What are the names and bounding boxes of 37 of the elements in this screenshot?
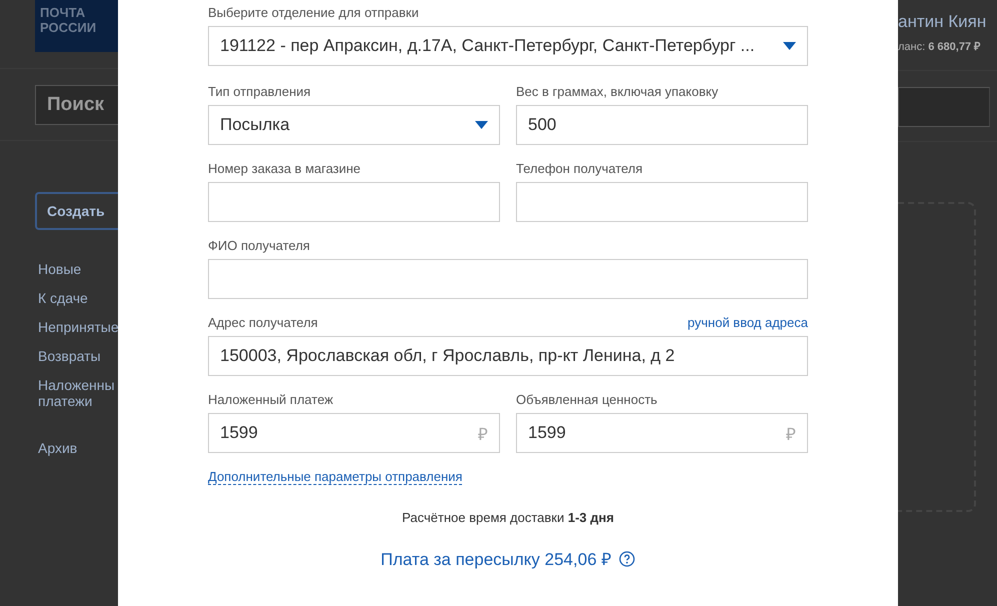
input-field[interactable]: 500 — [516, 105, 808, 145]
field-label: Телефон получателя — [516, 161, 644, 176]
nav-item[interactable]: Наложенны платежи — [38, 377, 116, 409]
input-field[interactable] — [208, 182, 500, 222]
user-name: антин Киян — [898, 12, 988, 32]
field-label: Выберите отделение для отправки — [208, 5, 420, 20]
nav-item[interactable]: Архив — [38, 440, 116, 456]
nav-item[interactable]: Непринятые — [38, 319, 116, 335]
dropdown-arrow-icon — [475, 121, 488, 129]
field-label: Объявленная ценность — [516, 392, 658, 407]
nav-item[interactable]: К сдаче — [38, 290, 116, 306]
office-select[interactable]: 191122 - пер Апраксин, д.17А, Санкт-Петербург, Санкт-Петербург ... — [208, 26, 808, 66]
nav-item[interactable]: Новые — [38, 261, 116, 277]
search-field[interactable]: Поиск — [35, 85, 118, 125]
balance: ланс: 6 680,77 ₽ — [898, 40, 982, 53]
delivery-time: Расчётное время доставки 1-3 дня — [401, 510, 615, 525]
field-label: Тип отправления — [208, 84, 312, 99]
input-field[interactable] — [208, 259, 808, 299]
currency-sign: ₽ — [478, 424, 488, 444]
dropdown-arrow-icon — [783, 42, 796, 50]
nav-item[interactable]: Возвраты — [38, 348, 116, 364]
shipping-fee: Плата за пересылку 254,06 ₽ — [380, 549, 612, 570]
logo: ПОЧТА РОССИИ — [35, 0, 118, 52]
field-label: Номер заказа в магазине — [208, 161, 362, 176]
input-field[interactable]: 150003, Ярославская обл, г Ярославль, пр-кт Ленина, д 2 — [208, 336, 808, 376]
field-label: ФИО получателя — [208, 238, 311, 253]
field-label: Вес в граммах, включая упаковку — [516, 84, 720, 99]
select-field[interactable]: Посылка — [208, 105, 500, 145]
help-icon[interactable] — [619, 550, 636, 566]
field-label: Адрес получателя — [208, 315, 318, 330]
field-label: Наложенный платеж — [208, 392, 334, 407]
more-options-link[interactable]: Дополнительные параметры отправления — [208, 469, 462, 485]
input-field[interactable]: 1599 ₽ — [208, 413, 500, 453]
input-field[interactable] — [516, 182, 808, 222]
manual-address-link[interactable]: ручной ввод адреса — [688, 315, 808, 330]
input-field[interactable]: 1599 ₽ — [516, 413, 808, 453]
currency-sign: ₽ — [786, 424, 796, 444]
